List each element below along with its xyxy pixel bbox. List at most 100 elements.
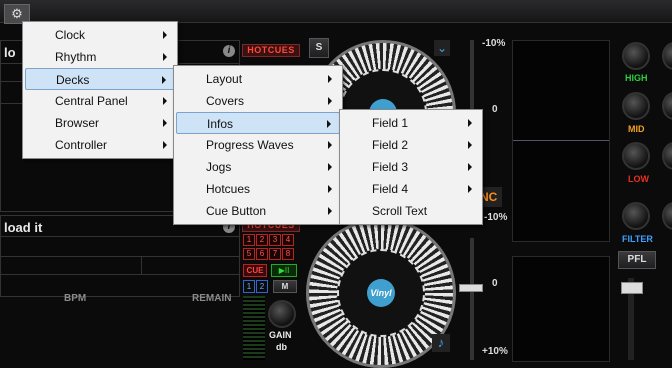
knob-partial[interactable]	[662, 202, 672, 230]
deck2-pitch-handle[interactable]	[459, 284, 483, 292]
music-note-icon[interactable]: ♪	[432, 334, 450, 352]
hotcue-pad[interactable]: 8	[282, 248, 294, 260]
menu-item-cue-button[interactable]: Cue Button	[176, 200, 340, 222]
loop-2-button[interactable]: 2	[256, 280, 268, 293]
divider	[141, 256, 142, 274]
hotcue-pad[interactable]: 5	[243, 248, 255, 260]
chevron-right-icon	[163, 31, 167, 39]
menu-item-field-1[interactable]: Field 1	[342, 112, 480, 134]
chevron-right-icon	[327, 120, 331, 128]
menu-item-infos[interactable]: Infos	[176, 112, 340, 134]
pitch-zero-label: 0	[492, 104, 498, 115]
high-eq-knob[interactable]	[622, 42, 650, 70]
pitch2-zero-label: 0	[492, 278, 498, 289]
chevron-right-icon	[468, 163, 472, 171]
low-label: LOW	[628, 174, 649, 184]
chevron-right-icon	[328, 185, 332, 193]
volume-fader-handle[interactable]	[621, 282, 643, 294]
chevron-right-icon	[468, 141, 472, 149]
infos-submenu: Field 1 Field 2 Field 3 Field 4 Scroll T…	[339, 109, 483, 225]
menu-item-jogs[interactable]: Jogs	[176, 156, 340, 178]
menu-item-browser[interactable]: Browser	[25, 112, 175, 134]
gain-label: GAIN	[269, 330, 292, 340]
deck1-title: lo	[4, 45, 16, 60]
menu-item-field-2[interactable]: Field 2	[342, 134, 480, 156]
menu-item-hotcues[interactable]: Hotcues	[176, 178, 340, 200]
knob-partial[interactable]	[662, 142, 672, 170]
top-bar	[0, 0, 672, 23]
menu-item-label: Hotcues	[206, 182, 251, 196]
hotcue-pad[interactable]: 3	[269, 234, 281, 246]
chevron-down-icon[interactable]: ⌄	[434, 40, 450, 56]
chevron-right-icon	[468, 119, 472, 127]
low-eq-knob[interactable]	[622, 142, 650, 170]
hotcue-pad[interactable]: 4	[282, 234, 294, 246]
bpm-label: BPM	[64, 293, 87, 304]
menu-item-label: Controller	[55, 138, 108, 152]
menu-item-label: Field 1	[372, 116, 409, 130]
chevron-right-icon	[163, 53, 167, 61]
divider	[1, 236, 239, 237]
divider	[1, 256, 239, 257]
vu-meter	[243, 296, 265, 360]
menu-item-label: Central Panel	[55, 94, 128, 108]
chevron-right-icon	[162, 76, 166, 84]
menu-item-label: Field 3	[372, 160, 409, 174]
play-button[interactable]: ▶II	[271, 264, 297, 277]
chevron-right-icon	[328, 163, 332, 171]
menu-item-covers[interactable]: Covers	[176, 90, 340, 112]
filter-knob[interactable]	[622, 202, 650, 230]
db-label: db	[276, 342, 287, 352]
mid-eq-knob[interactable]	[622, 92, 650, 120]
chevron-right-icon	[163, 141, 167, 149]
m-button[interactable]: M	[273, 280, 297, 293]
menu-item-progress-waves[interactable]: Progress Waves	[176, 134, 340, 156]
deck2-title: load it	[4, 220, 43, 235]
sync-button[interactable]: NC	[480, 187, 502, 207]
menu-item-label: Infos	[207, 117, 234, 131]
chevron-right-icon	[328, 141, 332, 149]
menu-item-label: Decks	[56, 73, 90, 87]
chevron-right-icon	[468, 185, 472, 193]
menu-item-clock[interactable]: Clock	[25, 24, 175, 46]
waveform-center-line	[513, 140, 609, 141]
deck1-info-icon[interactable]: i	[223, 45, 235, 57]
mid-label: MID	[628, 124, 645, 134]
menu-item-rhythm[interactable]: Rhythm	[25, 46, 175, 68]
menu-item-label: Clock	[55, 28, 86, 42]
menu-item-label: Cue Button	[206, 204, 267, 218]
deck2-pitch-track[interactable]	[470, 238, 474, 360]
hotcue-pad[interactable]: 6	[256, 248, 268, 260]
knob-partial[interactable]	[662, 42, 672, 70]
jog-label: Vinyl	[367, 279, 395, 307]
gain-knob[interactable]	[268, 300, 296, 328]
menu-item-central-panel[interactable]: Central Panel	[25, 90, 175, 112]
skin-options-menu: Clock Rhythm Decks Central Panel Browser…	[22, 21, 178, 159]
loop-1-button[interactable]: 1	[243, 280, 255, 293]
menu-item-label: Covers	[206, 94, 245, 108]
menu-item-label: Layout	[206, 72, 243, 86]
knob-partial[interactable]	[662, 92, 672, 120]
high-label: HIGH	[625, 73, 648, 83]
menu-item-scroll-text[interactable]: Scroll Text	[342, 200, 480, 222]
filter-label: FILTER	[622, 234, 653, 244]
hotcue-pad[interactable]: 2	[256, 234, 268, 246]
chevron-right-icon	[163, 97, 167, 105]
menu-item-label: Field 2	[372, 138, 409, 152]
menu-item-decks[interactable]: Decks	[25, 68, 175, 90]
hotcue-pad[interactable]: 1	[243, 234, 255, 246]
menu-item-label: Progress Waves	[206, 138, 294, 152]
cue-button[interactable]: CUE	[243, 264, 267, 277]
pitch-top-label: -10%	[482, 38, 506, 49]
menu-item-field-4[interactable]: Field 4	[342, 178, 480, 200]
chevron-right-icon	[328, 207, 332, 215]
pfl-button[interactable]: PFL	[618, 251, 656, 269]
hotcue-pad[interactable]: 7	[269, 248, 281, 260]
deck2-waveform	[512, 256, 610, 362]
deck1-s-button[interactable]: S	[309, 38, 329, 58]
menu-item-label: Jogs	[206, 160, 232, 174]
menu-item-field-3[interactable]: Field 3	[342, 156, 480, 178]
menu-item-controller[interactable]: Controller	[25, 134, 175, 156]
menu-item-layout[interactable]: Layout	[176, 68, 340, 90]
remain-label: REMAIN	[192, 293, 232, 304]
